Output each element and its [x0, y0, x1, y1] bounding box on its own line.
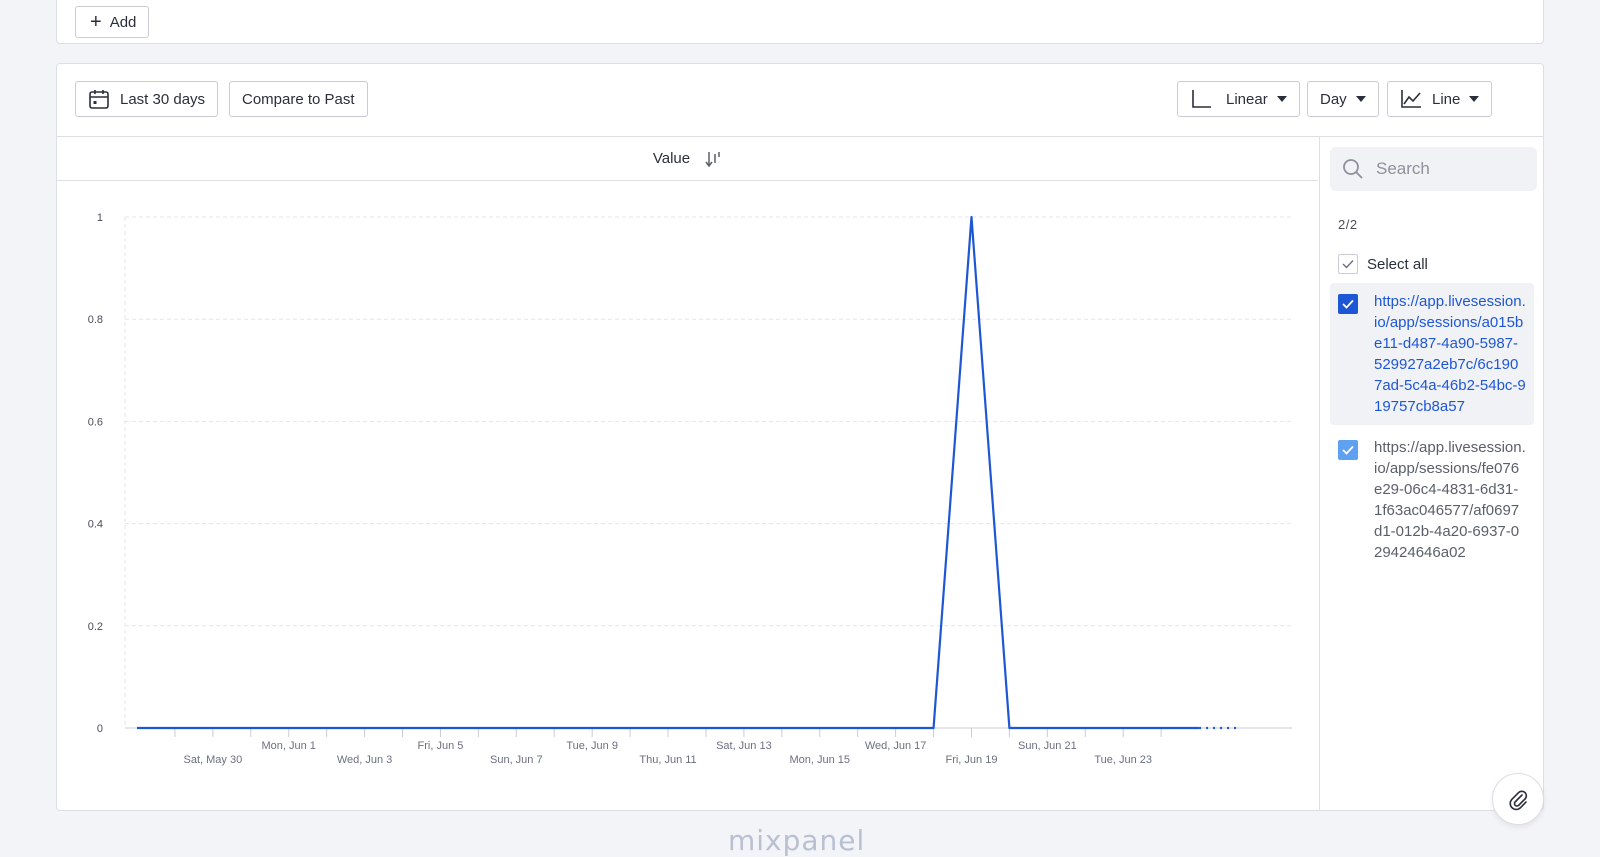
- search-icon: [1343, 159, 1363, 179]
- series-line: [137, 215, 1200, 730]
- value-label: Value: [652, 150, 691, 167]
- value-column-header[interactable]: Value: [57, 137, 1318, 181]
- x-tick-label: Sun, Jun 7: [490, 754, 543, 766]
- series-item[interactable]: https://app.livesession.io/app/sessions/…: [1330, 283, 1534, 425]
- add-label: Add: [109, 13, 137, 31]
- x-tick-label: Fri, Jun 5: [418, 740, 464, 752]
- scale-dropdown[interactable]: Linear: [1177, 81, 1300, 117]
- y-tick-label: 0.4: [88, 519, 103, 531]
- search-input[interactable]: Search: [1330, 147, 1537, 191]
- y-tick-label: 0.2: [88, 621, 103, 633]
- series-count: 2/2: [1338, 217, 1358, 232]
- select-all-checkbox[interactable]: [1338, 254, 1358, 274]
- add-button[interactable]: + Add: [75, 6, 150, 38]
- line-chart-icon: [1401, 90, 1421, 108]
- axis-icon: [1192, 90, 1211, 108]
- chart-panel: Last 30 days Compare to Past Linear Day …: [56, 63, 1544, 811]
- x-tick-label: Tue, Jun 23: [1094, 754, 1152, 766]
- line-chart: 0 0.2 0.4 0.6 0.8 1 Sat, May 30 Mon, Jun 1 Wed, …: [88, 212, 1292, 766]
- chart-type-label: Line: [1432, 90, 1461, 108]
- check-icon: [1342, 260, 1354, 269]
- chevron-down-icon: [1469, 96, 1480, 102]
- chevron-down-icon: [1355, 96, 1366, 102]
- y-tick-label: 1: [97, 212, 103, 224]
- chart-type-dropdown[interactable]: Line: [1387, 81, 1493, 117]
- brand-logo: mixpanel: [728, 824, 866, 857]
- interval-label: Day: [1320, 90, 1347, 108]
- x-tick-label: Thu, Jun 11: [639, 754, 696, 766]
- interval-dropdown[interactable]: Day: [1307, 81, 1379, 117]
- series-checkbox[interactable]: [1338, 440, 1358, 460]
- compare-to-past-button[interactable]: Compare to Past: [229, 81, 368, 117]
- series-label: https://app.livesession.io/app/sessions/…: [1374, 439, 1526, 561]
- series-item[interactable]: https://app.livesession.io/app/sessions/…: [1330, 429, 1534, 571]
- check-icon: [1342, 445, 1354, 455]
- search-placeholder: Search: [1376, 159, 1430, 178]
- date-range-button[interactable]: Last 30 days: [75, 81, 219, 117]
- top-panel: + Add: [56, 0, 1544, 44]
- x-tick-label: Mon, Jun 1: [262, 740, 316, 752]
- sort-icon[interactable]: [704, 150, 722, 168]
- x-tick-label: Fri, Jun 19: [945, 754, 997, 766]
- x-tick-label: Tue, Jun 9: [566, 740, 618, 752]
- x-tick-label: Mon, Jun 15: [789, 754, 850, 766]
- series-label: https://app.livesession.io/app/sessions/…: [1374, 293, 1526, 415]
- check-icon: [1342, 299, 1354, 309]
- y-tick-label: 0: [97, 723, 103, 735]
- series-checkbox[interactable]: [1338, 294, 1358, 314]
- x-tick-label: Wed, Jun 17: [865, 740, 927, 752]
- series-sidebar: Search 2/2 Select all https://app.livese…: [1319, 137, 1544, 811]
- chart-area: Value 0 0.2 0.4 0.6 0.8 1 Sat, May 30 Mon, Jun …: [57, 137, 1318, 811]
- attachment-button[interactable]: [1492, 773, 1544, 825]
- x-tick-label: Sun, Jun 21: [1018, 740, 1077, 752]
- y-tick-label: 0.8: [88, 314, 103, 326]
- scale-label: Linear: [1226, 90, 1268, 108]
- select-all-row[interactable]: Select all: [1338, 253, 1538, 275]
- y-tick-label: 0.6: [88, 416, 103, 428]
- chevron-down-icon: [1276, 96, 1287, 102]
- x-tick-label: Wed, Jun 3: [337, 754, 392, 766]
- compare-label: Compare to Past: [242, 90, 355, 108]
- calendar-icon: [89, 90, 109, 109]
- select-all-label: Select all: [1367, 255, 1428, 273]
- x-tick-label: Sat, May 30: [184, 754, 243, 766]
- date-range-label: Last 30 days: [120, 90, 206, 108]
- plus-icon: +: [90, 11, 102, 33]
- paperclip-icon: [1509, 790, 1528, 811]
- x-tick-label: Sat, Jun 13: [716, 740, 772, 752]
